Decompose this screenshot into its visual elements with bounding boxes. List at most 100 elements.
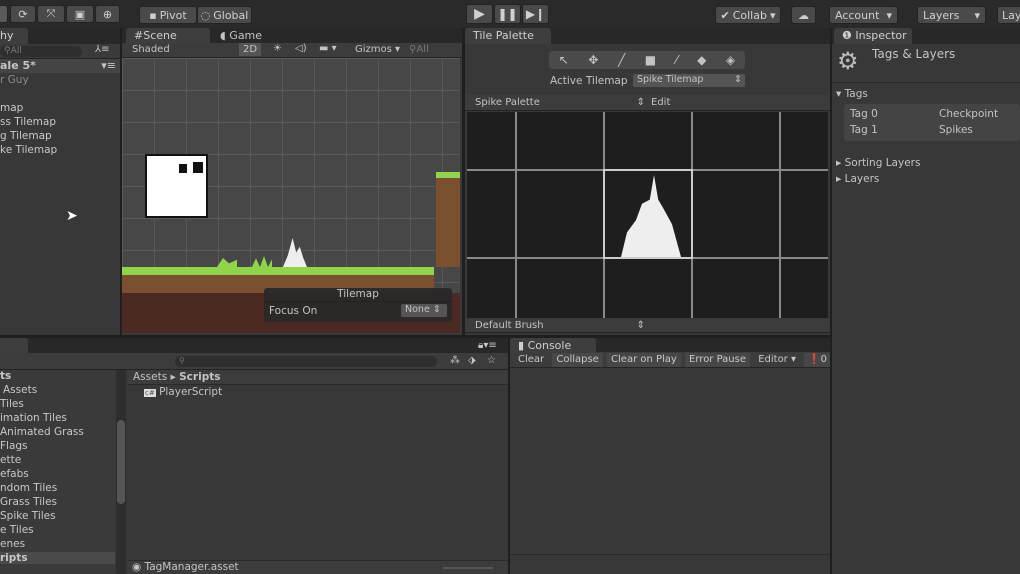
paint-tool-icon[interactable]: ╱ [618,53,625,67]
tab-scene[interactable]: #Scene [126,28,210,44]
tab-project[interactable] [0,338,28,354]
tree-item[interactable]: Grass Tiles [0,496,57,508]
clear-on-play-button[interactable]: Clear on Play [607,353,681,367]
tree-item[interactable]: Tiles [0,398,24,410]
filter-type-icon[interactable]: ⁂ [450,355,460,366]
tree-item[interactable]: ette [0,454,21,466]
shading-dropdown[interactable]: Shaded [132,44,170,55]
hand-tool-button[interactable] [0,5,8,23]
box-fill-tool-icon[interactable]: ■ [645,53,656,67]
tags-foldout[interactable]: ▾ Tags [836,88,868,100]
lighting-icon[interactable]: ☀ [273,43,282,54]
error-filter[interactable]: ❗0 [804,353,830,367]
breadcrumb-assets[interactable]: Assets [133,371,167,383]
active-tilemap-dropdown[interactable]: Spike Tilemap ⇕ [633,74,745,87]
layout-dropdown[interactable]: Lay [997,6,1020,24]
selected-tile[interactable] [603,169,693,259]
rotate-tool-button[interactable]: ⟳ [10,5,36,23]
transform-tool-button[interactable]: ⊕ [95,5,120,23]
menu-icon[interactable]: ▾≡ [101,59,116,72]
palette-grid[interactable] [467,112,828,318]
create-icon[interactable]: ⅄≡ [95,44,110,55]
favorite-icon[interactable]: ☆ [487,355,496,366]
tree-item[interactable]: e Tiles [0,524,34,536]
account-button[interactable]: Account ▾ [829,6,898,24]
layers-dropdown[interactable]: Layers ▾ [917,6,986,24]
effects-icon[interactable]: ▬ ▾ [319,43,337,54]
tag-name: Tag 1 [850,124,878,136]
palette-tools: ↖ ✥ ╱ ■ ⁄ ◆ ◈ [549,51,745,69]
tab-game[interactable]: ◖ Game [220,29,262,42]
tree-item[interactable]: efabs [0,468,29,480]
overlay-title: Tilemap [264,288,452,302]
sorting-layers-foldout[interactable]: ▸ Sorting Layers [836,157,920,169]
hierarchy-item[interactable]: ke Tilemap [0,144,57,156]
pause-button[interactable]: ❚❚ [494,4,521,24]
focus-dropdown[interactable]: None ⇕ [401,304,447,317]
hierarchy-item[interactable]: map [0,102,23,114]
move-tool-icon[interactable]: ✥ [588,53,598,67]
main-toolbar: ⟳ ⤧ ▣ ⊕ ▪ Pivot ◌ Global ▶ ❚❚ ▶❙ ✔ Collab ▾ … [0,0,1020,28]
error-pause-button[interactable]: Error Pause [685,353,751,367]
pivot-button[interactable]: ▪ Pivot [139,6,197,24]
play-button[interactable]: ▶ [466,4,493,24]
hierarchy-item[interactable]: r Guy [0,74,29,86]
folder-tree: ts Assets Tiles imation Tiles Animated G… [0,370,115,574]
tree-item-selected[interactable]: ripts [0,552,115,564]
hierarchy-item[interactable]: g Tilemap [0,130,52,142]
palette-dropdown[interactable]: Spike Palette ⇕ [475,97,645,108]
2d-toggle[interactable]: 2D [239,43,262,56]
tab-tile-palette[interactable]: Tile Palette [465,28,551,44]
editor-dropdown[interactable]: Editor ▾ [754,353,800,367]
global-button[interactable]: ◌ Global [197,6,252,24]
collab-button[interactable]: ✔ Collab ▾ [715,6,781,24]
inspector-panel: ❶ Inspector ⚙ Tags & Layers ▾ Tags Tag 0… [832,28,1020,574]
tag-value[interactable]: Checkpoint [939,108,998,120]
tree-item[interactable]: Flags [0,440,28,452]
tree-item[interactable]: Assets [3,384,37,396]
clear-button[interactable]: Clear [514,353,548,367]
tree-item[interactable]: ts [0,370,11,382]
collapse-button[interactable]: Collapse [552,353,603,367]
scene-header[interactable]: ale 5* ▾≡ [0,59,120,73]
error-icon: ❗ [808,354,821,365]
tree-scrollbar[interactable] [116,370,126,574]
tab-inspector[interactable]: ❶ Inspector [834,28,912,44]
console-log [510,369,830,555]
tree-item[interactable]: Animated Grass [0,426,84,438]
tree-item[interactable]: enes [0,538,25,550]
step-button[interactable]: ▶❙ [522,4,549,24]
project-search[interactable]: ⚲ [175,356,437,367]
scene-search[interactable]: ⚲All [409,44,457,55]
tree-item[interactable]: ndom Tiles [0,482,57,494]
rect-tool-button[interactable]: ▣ [66,5,94,23]
eraser-tool-icon[interactable]: ◆ [697,53,706,67]
picker-tool-icon[interactable]: ⁄ [676,53,678,67]
project-footer: ◉ TagManager.asset [128,560,508,574]
select-tool-icon[interactable]: ↖ [559,53,569,67]
fill-tool-icon[interactable]: ◈ [726,53,735,67]
scene-viewport[interactable]: Tilemap Focus On None ⇕ [122,58,460,333]
rect-icon: ▣ [74,7,86,21]
zoom-slider[interactable] [443,567,493,569]
file-item[interactable]: c# PlayerScript [144,386,222,398]
hierarchy-search[interactable]: ⚲All [0,46,82,57]
layers-foldout[interactable]: ▸ Layers [836,173,879,185]
hierarchy-item[interactable]: ss Tilemap [0,116,56,128]
tilemap-overlay: Tilemap Focus On None ⇕ [264,288,452,322]
hierarchy-panel: hy ⚲All ⅄≡ ale 5* ▾≡ r Guy map ss Tilemap… [0,28,120,335]
tree-item[interactable]: imation Tiles [0,412,67,424]
cloud-button[interactable]: ☁ [791,6,816,24]
tree-item[interactable]: Spike Tiles [0,510,56,522]
tile-palette-panel: Tile Palette ↖ ✥ ╱ ■ ⁄ ◆ ◈ Active Tilemap Spik… [465,28,830,335]
edit-button[interactable]: Edit [651,97,670,108]
tab-hierarchy[interactable]: hy [0,28,28,44]
audio-icon[interactable]: ◁) [295,43,307,54]
tag-value[interactable]: Spikes [939,124,973,136]
breadcrumb-scripts[interactable]: Scripts [179,371,220,383]
scale-tool-button[interactable]: ⤧ [37,5,65,23]
filter-label-icon[interactable]: ⬗ [468,355,476,366]
brush-dropdown[interactable]: Default Brush ⇕ [475,320,645,331]
lock-icon[interactable]: 🔒︎▾≡ [478,340,497,351]
gizmos-dropdown[interactable]: Gizmos ▾ [355,44,400,55]
